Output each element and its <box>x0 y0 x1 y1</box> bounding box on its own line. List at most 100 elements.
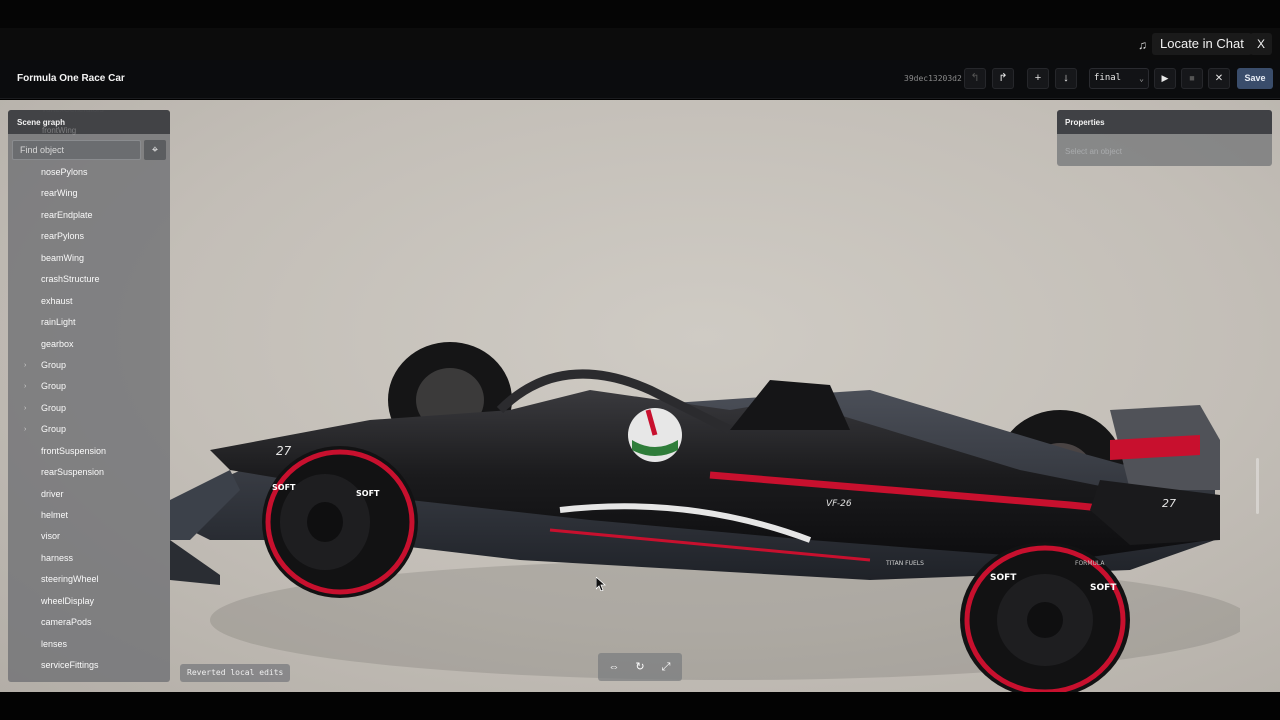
scene-tree-item[interactable]: › Group <box>8 376 170 397</box>
locate-bar <box>0 28 1280 60</box>
scene-tree-item[interactable]: wheelDisplay <box>8 591 170 612</box>
scene-tree-item[interactable]: steeringWheel <box>8 569 170 590</box>
scene-tree-item[interactable]: rainLight <box>8 312 170 333</box>
rear-number: 27 <box>1162 497 1176 510</box>
rotate-icon[interactable]: ↻ <box>632 660 648 674</box>
scene-tree-item[interactable]: serviceFittings <box>8 655 170 676</box>
app-toolbar <box>0 60 1280 99</box>
chevron-down-icon: ⌄ <box>1139 74 1144 83</box>
properties-title: Properties <box>1065 118 1105 127</box>
scene-tree-item-label: gearbox <box>41 338 74 349</box>
scene-tree-item-label: beamWing <box>41 252 85 263</box>
scene-tree-item-label: wheelDisplay <box>41 595 95 606</box>
scene-tree-item[interactable]: › Group <box>8 419 170 440</box>
scene-graph-panel: vortexGenerators Scene graph frontWing F… <box>8 110 170 682</box>
bottom-strip <box>0 692 1280 720</box>
scene-tree-item[interactable]: beamWing <box>8 248 170 269</box>
scene-tree-item[interactable]: crashStructure <box>8 269 170 290</box>
scene-tree-item[interactable]: driver <box>8 484 170 505</box>
transform-gizmo-bar: ⇔ ↻ ⤢ <box>598 653 682 681</box>
music-note-icon: ♫ <box>1138 38 1147 52</box>
commit-hash: 39dec13203d2 <box>904 74 962 83</box>
scene-tree-item[interactable]: rearEndplate <box>8 205 170 226</box>
tyre-label-rear-2: SOFT <box>1090 583 1117 593</box>
sponsor-label: TITAN FUELS <box>885 560 924 567</box>
chevron-right-icon[interactable]: › <box>24 355 26 376</box>
tyre-label-rear: SOFT <box>990 573 1017 583</box>
helmet <box>628 408 682 462</box>
tyre-label-front: SOFT <box>272 483 296 492</box>
3d-viewport[interactable]: VF-26 TITAN FUELS 27 27 SOFT SOFT SOFT S… <box>0 100 1280 692</box>
variant-select[interactable]: final ⌄ <box>1089 68 1149 89</box>
scene-tree-item-label: Group <box>41 359 67 370</box>
viewport-scroll-indicator <box>1256 458 1259 514</box>
properties-panel: Properties Select an object <box>1057 110 1272 166</box>
nose-number: 27 <box>276 444 292 458</box>
scale-icon[interactable]: ⤢ <box>658 660 674 674</box>
scene-tree-item[interactable]: rearWing <box>8 183 170 204</box>
scene-tree-item-label: Group <box>41 424 67 435</box>
scene-tree-item-label: steeringWheel <box>41 574 99 585</box>
scene-tree-item-label: lenses <box>41 638 68 649</box>
tyre-label-front-2: SOFT <box>356 489 380 498</box>
scene-tree-item-label: nosePylons <box>41 167 88 177</box>
scene-tree-item-label: rearPylons <box>41 231 85 242</box>
app-title: Formula One Race Car <box>17 73 125 84</box>
scene-tree: nosePylons rearWing rearEndplate rearPylons… <box>8 162 170 677</box>
scene-tree-item-label: harness <box>41 552 74 563</box>
scene-tree-item[interactable]: nosePylons <box>8 162 170 183</box>
undo-button[interactable]: ↰ <box>964 68 986 89</box>
scene-tree-item-label: helmet <box>41 510 69 520</box>
scene-tree-item[interactable]: rearPylons <box>8 226 170 247</box>
stop-button[interactable]: ■ <box>1181 68 1203 89</box>
properties-empty-text: Select an object <box>1065 147 1122 156</box>
scene-tree-item[interactable]: gearbox <box>8 334 170 355</box>
front-left-wheel <box>262 446 418 598</box>
scene-tree-item-label: cameraPods <box>41 617 92 628</box>
cancel-button[interactable]: ✕ <box>1208 68 1230 89</box>
scene-tree-item[interactable]: visor <box>8 526 170 547</box>
scene-tree-item[interactable]: lenses <box>8 634 170 655</box>
scene-tree-item-label: Group <box>41 402 67 413</box>
scene-tree-item-label: rearEndplate <box>41 209 93 220</box>
scene-tree-item[interactable]: cameraPods <box>8 612 170 633</box>
scene-tree-item-label: serviceFittings <box>41 660 99 671</box>
sidepod-label: VF-26 <box>826 499 852 509</box>
chevron-right-icon[interactable]: › <box>24 398 26 419</box>
chevron-right-icon[interactable]: › <box>24 419 26 440</box>
scene-tree-item-label: Group <box>41 381 67 392</box>
scene-tree-item[interactable]: › Group <box>8 355 170 376</box>
download-button[interactable]: ↓ <box>1055 68 1077 89</box>
scene-tree-item[interactable]: rearSuspension <box>8 462 170 483</box>
scene-tree-item-label: rearWing <box>41 188 78 199</box>
variant-select-value: final <box>1094 73 1122 83</box>
scene-tree-item-label: frontSuspension <box>41 445 107 456</box>
mouse-cursor-icon <box>596 577 606 591</box>
top-strip <box>0 0 1280 28</box>
play-button[interactable]: ▶ <box>1154 68 1176 89</box>
scene-tree-item-label: rearSuspension <box>41 467 105 478</box>
race-car-model[interactable]: VF-26 TITAN FUELS 27 27 SOFT SOFT SOFT S… <box>170 240 1240 692</box>
status-toast: Reverted local edits <box>180 664 291 682</box>
scene-tree-item-label: visor <box>41 531 61 542</box>
chevron-right-icon[interactable]: › <box>24 376 26 397</box>
scene-tree-item-label: crashStructure <box>41 274 100 285</box>
scene-tree-item[interactable]: frontSuspension <box>8 441 170 462</box>
ghost-item: frontWing <box>42 126 77 135</box>
locate-in-chat-button[interactable]: Locate in Chat <box>1152 33 1252 55</box>
move-icon[interactable]: ⇔ <box>606 660 622 674</box>
tyre-ring-label: FORMULA <box>1075 560 1105 567</box>
find-object-input[interactable]: Find object <box>12 140 141 160</box>
scene-tree-item[interactable]: › Group <box>8 398 170 419</box>
add-button[interactable]: + <box>1027 68 1049 89</box>
locate-close-button[interactable]: X <box>1250 33 1272 55</box>
scene-tree-item[interactable]: exhaust <box>8 291 170 312</box>
scene-tree-item[interactable]: helmet <box>8 505 170 526</box>
scene-tree-item-label: driver <box>41 488 64 499</box>
crosshair-icon[interactable]: ⌖ <box>144 140 166 160</box>
redo-button[interactable]: ↱ <box>992 68 1014 89</box>
front-right-wheel <box>960 542 1130 692</box>
scene-tree-item-label: exhaust <box>41 295 73 306</box>
scene-tree-item[interactable]: harness <box>8 548 170 569</box>
save-button[interactable]: Save <box>1237 68 1273 89</box>
